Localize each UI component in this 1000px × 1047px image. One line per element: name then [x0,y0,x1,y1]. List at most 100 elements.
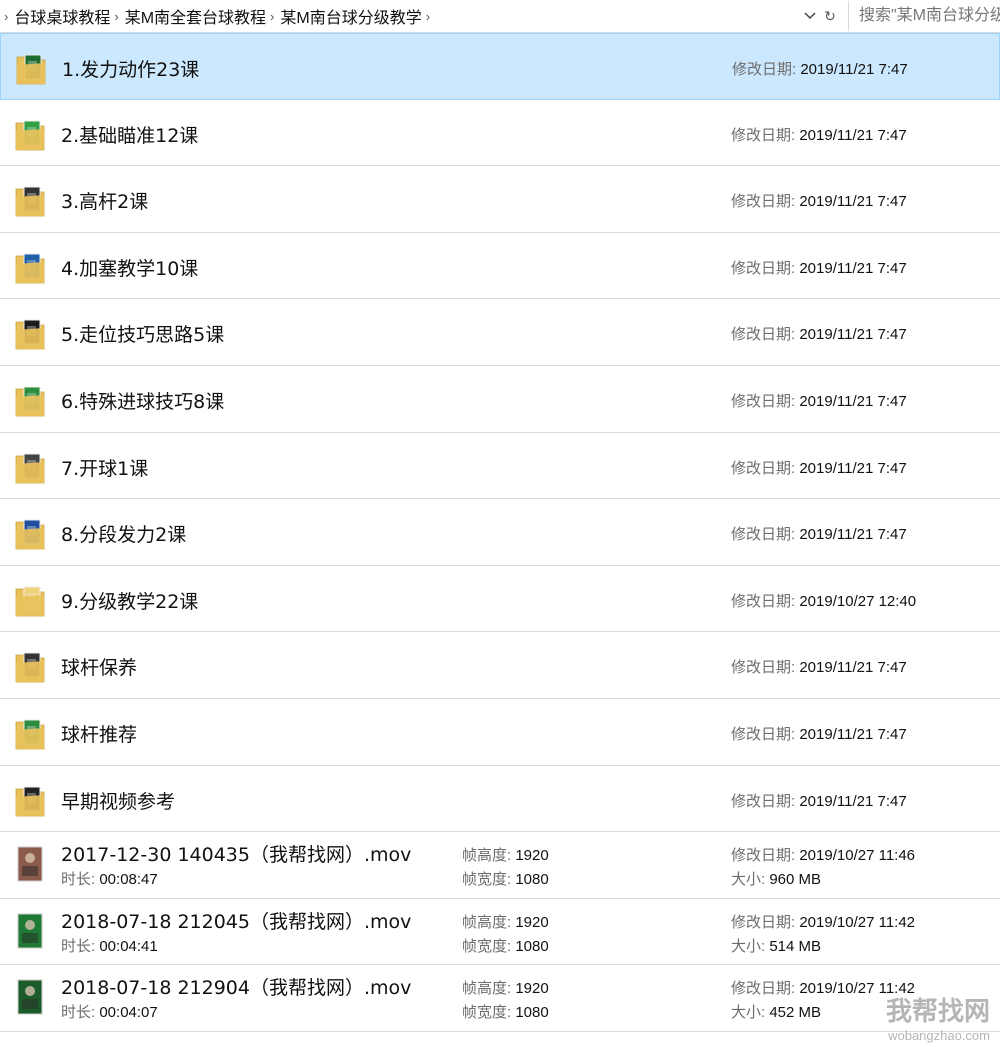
modified-date: 修改日期: 2019/11/21 7:47 [731,124,907,145]
modified-value: 2019/11/21 7:47 [799,459,907,477]
folder-icon [15,316,45,350]
folder-row[interactable]: 1.发力动作23课 修改日期: 2019/11/21 7:47 [0,33,1000,100]
modified-value: 2019/11/21 7:47 [799,659,907,677]
modified-label: 修改日期: [731,980,796,998]
modified-date: 修改日期: 2019/11/21 7:47 [731,390,907,411]
chevron-right-icon[interactable]: › [114,9,118,24]
chevron-down-icon[interactable] [800,6,820,26]
modified-label: 修改日期: [731,392,796,410]
folder-row[interactable]: 9.分级教学22课 修改日期: 2019/10/27 12:40 [0,566,1000,633]
size-value: 514 MB [769,937,822,955]
folder-icon [15,516,45,550]
video-thumbnail-icon [17,913,47,949]
frame-width: 帧宽度: 1080 [462,1001,549,1022]
frame-width-value: 1080 [515,1004,549,1022]
breadcrumb-item-3[interactable]: 某M南台球分级教学 [280,4,421,28]
folder-row[interactable]: 8.分段发力2课 修改日期: 2019/11/21 7:47 [0,499,1000,566]
video-thumbnail-icon [17,979,47,1015]
folder-icon [15,183,45,217]
chevron-right-icon[interactable]: › [270,9,274,24]
duration: 时长: 00:04:41 [61,935,158,956]
video-row[interactable]: 2017-12-30 140435（我帮找网）.mov 时长: 00:08:47 帧… [0,832,1000,899]
modified-value: 2019/10/27 11:42 [799,913,916,931]
folder-row[interactable]: 3.高杆2课 修改日期: 2019/11/21 7:47 [0,166,1000,233]
folder-name: 球杆推荐 [61,723,138,746]
duration-label: 时长: [61,1004,96,1022]
modified-label: 修改日期: [731,459,796,477]
modified-label: 修改日期: [731,259,796,277]
breadcrumb: › 台球桌球教程 › 某M南全套台球教程 › 某M南台球分级教学 › [0,0,800,32]
modified-date: 修改日期: 2019/11/21 7:47 [731,190,907,211]
modified-date: 修改日期: 2019/10/27 11:42 [731,911,915,932]
modified-value: 2019/11/21 7:47 [799,259,907,277]
refresh-icon[interactable]: ↻ [820,6,840,26]
modified-date: 修改日期: 2019/11/21 7:47 [731,323,907,344]
folder-name: 8.分段发力2课 [61,524,187,547]
breadcrumb-item-2[interactable]: 某M南全套台球教程 [125,4,266,28]
modified-date: 修改日期: 2019/11/21 7:47 [731,656,907,677]
video-row[interactable]: 2018-07-18 212045（我帮找网）.mov 时长: 00:04:41 帧… [0,899,1000,966]
address-bar: › 台球桌球教程 › 某M南全套台球教程 › 某M南台球分级教学 › ↻ 搜索"… [0,0,1000,33]
modified-value: 2019/11/21 7:47 [799,526,907,544]
folder-icon [15,649,45,683]
folder-name: 球杆保养 [61,657,138,680]
breadcrumb-item-1[interactable]: 台球桌球教程 [14,4,110,28]
modified-date: 修改日期: 2019/11/21 7:47 [731,257,907,278]
modified-label: 修改日期: [731,193,796,211]
folder-icon [15,783,45,817]
modified-value: 2019/11/21 7:47 [799,126,907,144]
folder-row[interactable]: 6.特殊进球技巧8课 修改日期: 2019/11/21 7:47 [0,366,1000,433]
modified-value: 2019/11/21 7:47 [799,725,907,743]
folder-name: 7.开球1课 [61,457,149,480]
folder-icon [15,250,45,284]
folder-name: 2.基础瞄准12课 [61,124,199,147]
folder-name: 1.发力动作23课 [62,59,200,81]
frame-height-label: 帧高度: [462,847,512,865]
folder-icon [15,583,45,617]
file-size: 大小: 514 MB [731,935,821,956]
chevron-right-icon[interactable]: › [426,9,430,24]
size-label: 大小: [731,1004,766,1022]
frame-width-label: 帧宽度: [462,937,512,955]
folder-name: 早期视频参考 [61,790,176,813]
modified-label: 修改日期: [731,725,796,743]
folder-row[interactable]: 7.开球1课 修改日期: 2019/11/21 7:47 [0,433,1000,500]
folder-row[interactable]: 2.基础瞄准12课 修改日期: 2019/11/21 7:47 [0,100,1000,167]
search-input[interactable]: 搜索"某M南台球分级教学" [848,1,1000,31]
modified-date: 修改日期: 2019/11/21 7:47 [731,523,907,544]
modified-date: 修改日期: 2019/11/21 7:47 [731,457,907,478]
frame-width-label: 帧宽度: [462,871,512,889]
modified-label: 修改日期: [731,847,796,865]
frame-width: 帧宽度: 1080 [462,868,549,889]
modified-date: 修改日期: 2019/11/21 7:47 [731,723,907,744]
frame-height-value: 1920 [515,847,549,865]
folder-row[interactable]: 早期视频参考 修改日期: 2019/11/21 7:47 [0,766,1000,833]
folder-icon [15,716,45,750]
folder-row[interactable]: 球杆推荐 修改日期: 2019/11/21 7:47 [0,699,1000,766]
folder-name: 6.特殊进球技巧8课 [61,390,225,413]
duration-value: 00:04:07 [99,1004,158,1022]
modified-label: 修改日期: [731,659,796,677]
video-name: 2018-07-18 212045（我帮找网）.mov [61,910,412,933]
modified-label: 修改日期: [731,792,796,810]
folder-name: 3.高杆2课 [61,191,149,214]
modified-value: 2019/11/21 7:47 [799,326,907,344]
folder-row[interactable]: 4.加塞教学10课 修改日期: 2019/11/21 7:47 [0,233,1000,300]
duration-value: 00:08:47 [99,871,158,889]
folder-row[interactable]: 5.走位技巧思路5课 修改日期: 2019/11/21 7:47 [0,299,1000,366]
frame-height-label: 帧高度: [462,980,512,998]
frame-height-value: 1920 [515,980,549,998]
file-size: 大小: 960 MB [731,868,821,889]
modified-date: 修改日期: 2019/11/21 7:47 [731,790,907,811]
folder-icon [15,383,45,417]
chevron-right-icon[interactable]: › [4,9,8,24]
modified-label: 修改日期: [731,592,796,610]
watermark: 我帮找网 wobangzhao.com [840,991,990,1043]
modified-value: 2019/10/27 12:40 [799,592,917,610]
size-label: 大小: [731,871,766,889]
duration: 时长: 00:08:47 [61,868,158,889]
folder-row[interactable]: 球杆保养 修改日期: 2019/11/21 7:47 [0,632,1000,699]
modified-label: 修改日期: [731,913,796,931]
folder-icon [16,51,46,85]
video-name: 2017-12-30 140435（我帮找网）.mov [61,844,412,867]
